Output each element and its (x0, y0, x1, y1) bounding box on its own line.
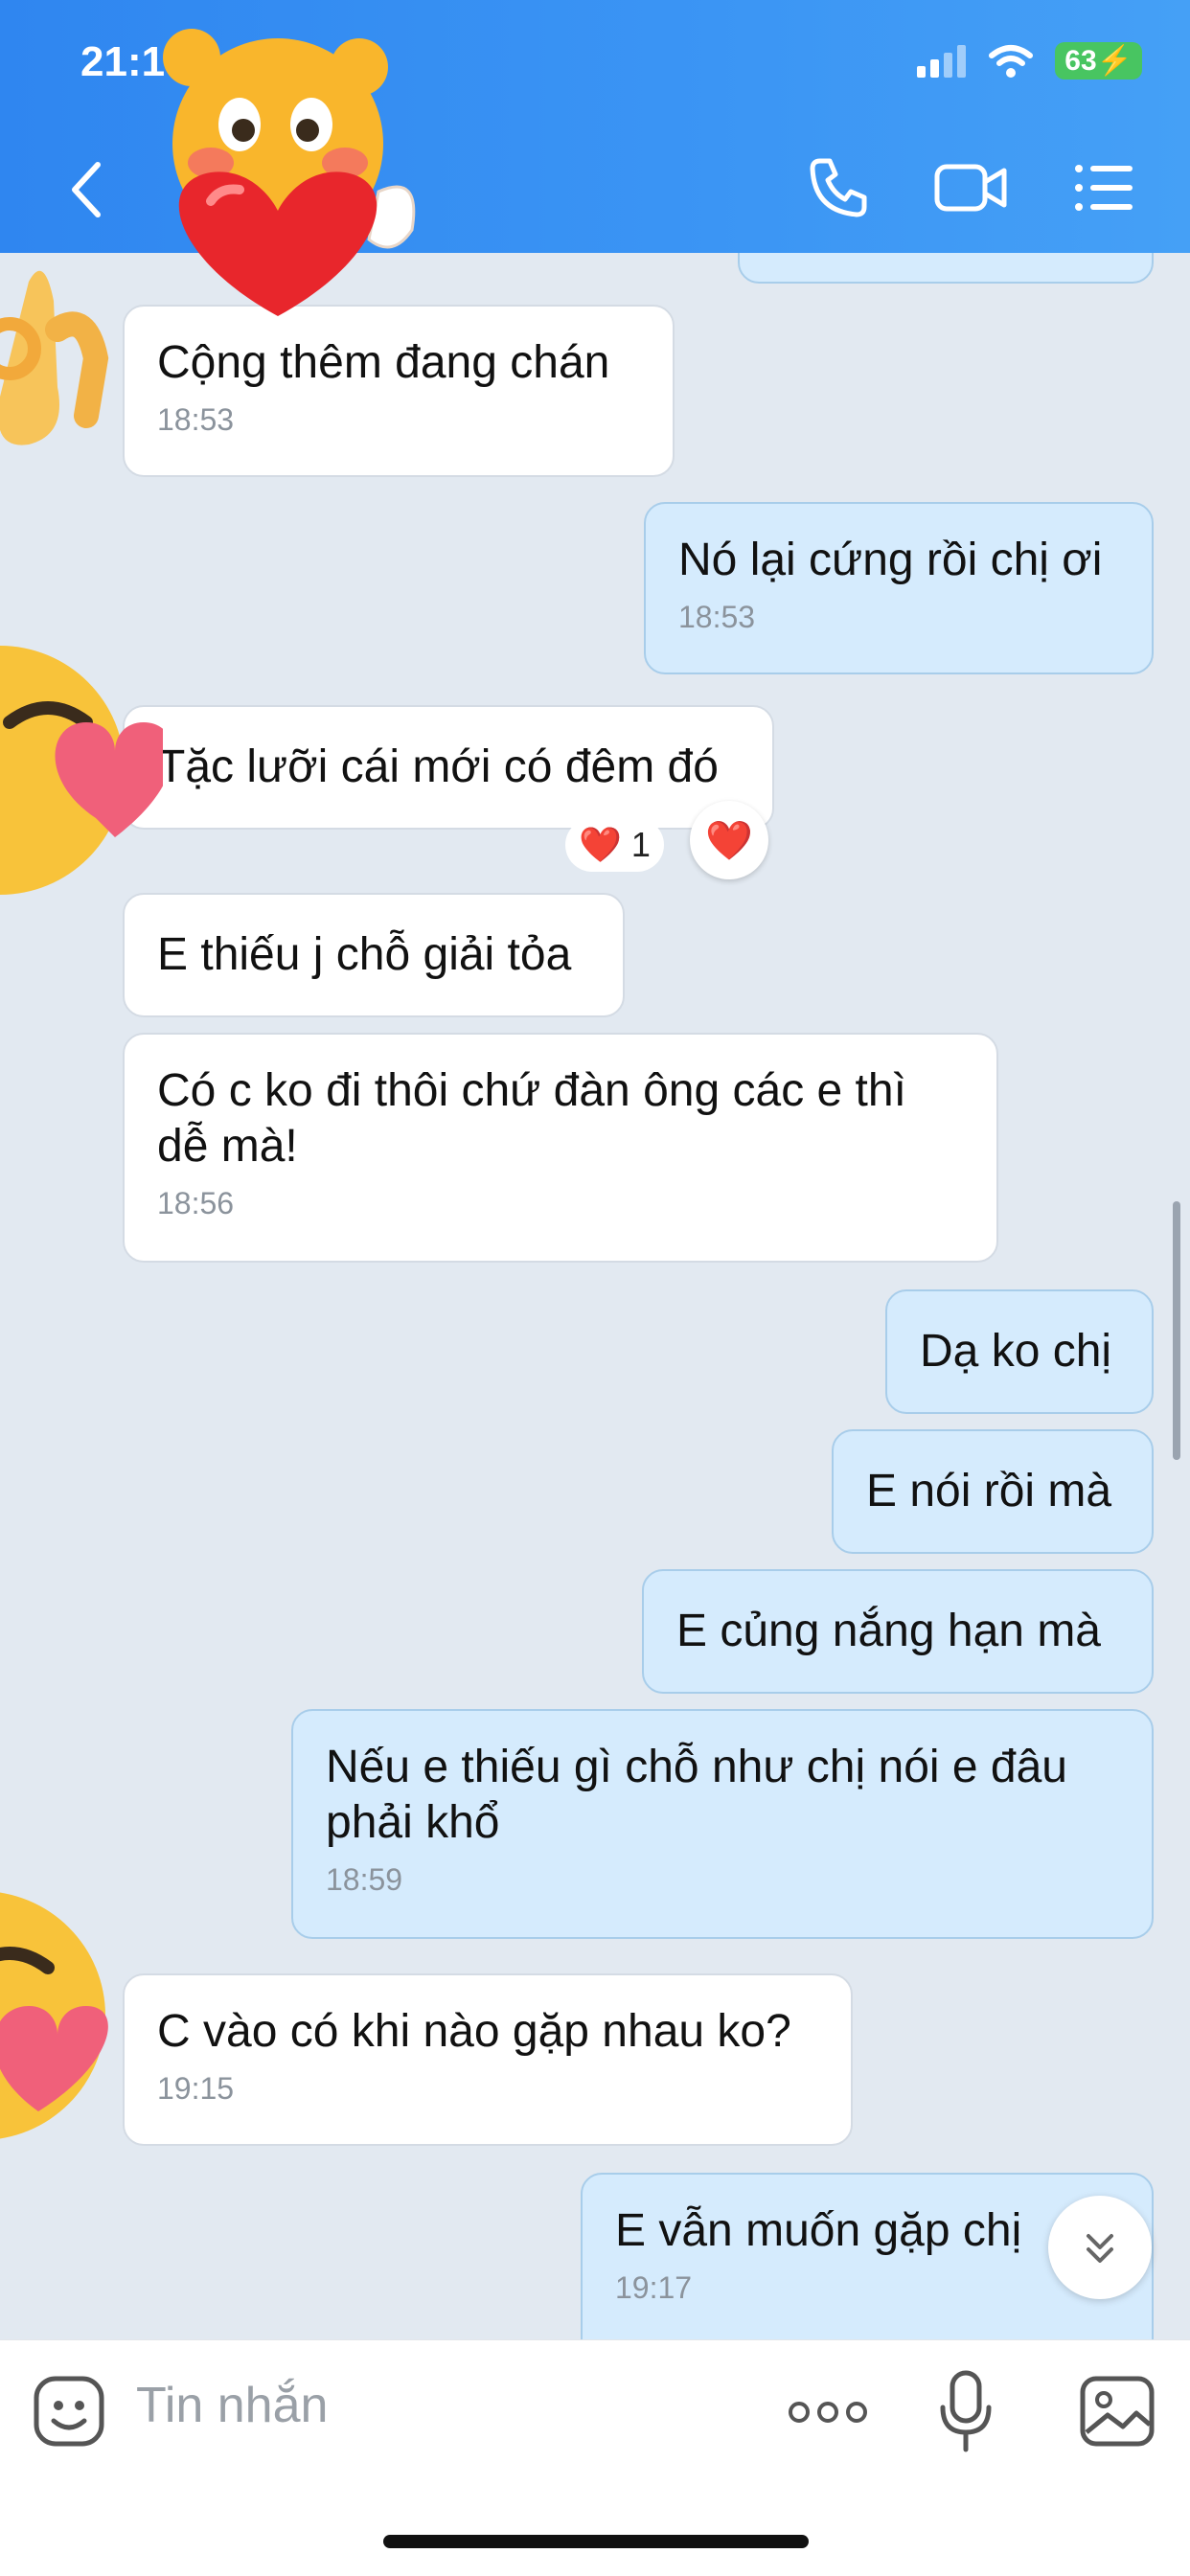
message-time: 19:17 (615, 2270, 693, 2305)
status-icons: 63⚡ (917, 42, 1142, 80)
message-text: E vẫn muốn gặp chị (615, 2205, 1022, 2256)
message-time: 18:53 (678, 600, 756, 634)
message-bubble[interactable]: Có c ko đi thôi chứ đàn ông các e thì dễ… (123, 1033, 998, 1263)
scrollbar[interactable] (1173, 1201, 1180, 1460)
list-menu-icon[interactable] (1073, 153, 1136, 220)
more-dots-icon[interactable] (788, 2398, 868, 2427)
message-time: 18:59 (326, 1862, 403, 1897)
ok-hand-emoji-icon (0, 270, 109, 445)
wifi-icon (989, 44, 1034, 78)
message-text: C vào có khi nào gặp nhau ko? (157, 2006, 791, 2057)
scroll-to-bottom-button[interactable] (1048, 2196, 1152, 2299)
message-bubble[interactable]: E nói rồi mà (832, 1429, 1154, 1554)
message-bubble[interactable]: Dạ ko chị (885, 1289, 1154, 1414)
message-text: E thiếu j chỗ giải tỏa (157, 929, 572, 980)
message-text: Tặc lưỡi cái mới có đêm đó (157, 741, 719, 792)
message-time: 19:15 (157, 2071, 235, 2106)
message-bubble[interactable]: C vào có khi nào gặp nhau ko? 19:15 (123, 1973, 853, 2146)
message-text: Cộng thêm đang chán (157, 337, 610, 388)
message-input[interactable]: Tin nhắn (136, 2377, 328, 2434)
message-bubble[interactable]: E thiếu j chỗ giải tỏa (123, 893, 625, 1017)
message-bubble-partial[interactable] (738, 253, 1154, 284)
react-heart-button[interactable]: ❤️ (690, 801, 768, 879)
message-text: Có c ko đi thôi chứ đàn ông các e thì dễ… (157, 1065, 906, 1172)
heart-kiss-emoji-icon (0, 1892, 108, 2139)
reaction-count: 1 (630, 825, 651, 864)
message-bubble[interactable]: Cộng thêm đang chán 18:53 (123, 305, 675, 477)
message-bubble[interactable]: Tặc lưỡi cái mới có đêm đó (123, 705, 774, 830)
message-time: 18:53 (157, 402, 235, 437)
image-icon[interactable] (1079, 2375, 1156, 2448)
message-text: Nếu e thiếu gì chỗ như chị nói e đâu phả… (326, 1742, 1067, 1848)
message-text: Nó lại cứng rồi chị ơi (678, 535, 1103, 585)
message-time: 18:56 (157, 1186, 235, 1220)
message-list[interactable]: Cộng thêm đang chán 18:53 Nó lại cứng rồ… (0, 253, 1190, 2339)
battery-level: 63 (1064, 45, 1097, 77)
message-bubble[interactable]: E củng nắng hạn mà (642, 1569, 1154, 1694)
back-icon[interactable] (59, 153, 113, 226)
message-text: E củng nắng hạn mà (676, 1606, 1101, 1656)
home-indicator[interactable] (383, 2535, 809, 2548)
message-bubble[interactable]: Nếu e thiếu gì chỗ như chị nói e đâu phả… (291, 1709, 1154, 1939)
heart-icon: ❤️ (705, 819, 753, 862)
message-bubble[interactable]: Nó lại cứng rồi chị ơi 18:53 (644, 502, 1154, 674)
message-text: Dạ ko chị (920, 1326, 1112, 1377)
signal-icon (917, 44, 967, 78)
battery-indicator: 63⚡ (1055, 42, 1142, 80)
microphone-icon[interactable] (937, 2369, 995, 2455)
heart-kiss-emoji-icon (0, 646, 163, 895)
double-chevron-down-icon (1087, 2234, 1113, 2263)
heart-mascot-sticker-icon (163, 29, 416, 316)
message-text: E nói rồi mà (866, 1466, 1112, 1516)
reaction-count-badge[interactable]: ❤️ 1 (565, 818, 664, 872)
phone-icon[interactable] (805, 153, 872, 220)
heart-icon: ❤️ (579, 825, 622, 864)
smiley-icon[interactable] (33, 2375, 105, 2448)
video-camera-icon[interactable] (933, 153, 1010, 220)
